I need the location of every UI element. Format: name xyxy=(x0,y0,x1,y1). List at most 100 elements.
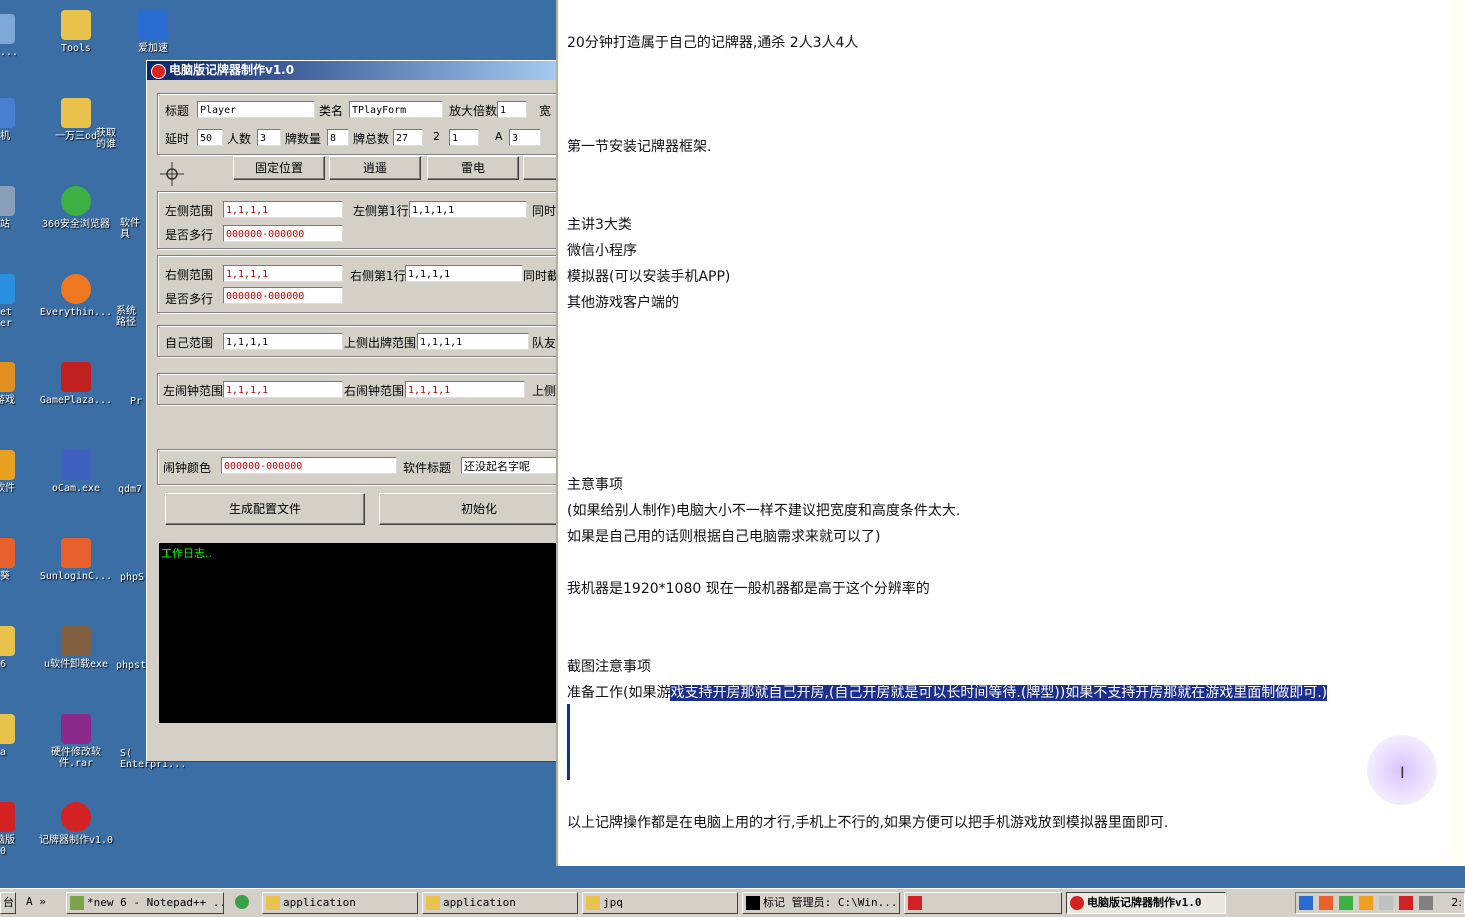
desktop-icon[interactable]: qdm7 xyxy=(118,484,148,495)
desktop-icon[interactable]: 牌游戏 xyxy=(0,362,30,406)
xiaoyao-button[interactable]: 逍遥 xyxy=(329,156,421,180)
right-range-input[interactable]: 1,1,1,1 xyxy=(223,265,343,282)
desktop-icon-everything[interactable]: Everythin... xyxy=(38,274,114,318)
desktop-icon-label: Pr xyxy=(130,396,143,407)
tray-volume-icon[interactable] xyxy=(1379,896,1393,910)
desktop-icon-tools[interactable]: Tools xyxy=(38,10,114,54)
desktop-icon-label: 一万三od xyxy=(54,131,98,142)
right-group xyxy=(157,255,559,313)
left-range-label: 左侧范围 xyxy=(165,204,214,218)
desktop-icon-gameplaza[interactable]: GamePlaza... xyxy=(38,362,114,406)
doc-line: 以上记牌操作都是在电脑上用的才行,手机上不行的,如果方便可以把手机游戏放到模拟器… xyxy=(567,815,1169,831)
initialize-button[interactable]: 初始化 xyxy=(379,493,559,525)
self-range-input[interactable]: 1,1,1,1 xyxy=(223,333,343,350)
right-multi-input[interactable]: 000000-000000 xyxy=(223,287,343,304)
desktop-icon[interactable]: phpst xyxy=(116,660,146,671)
start-button[interactable]: 台 xyxy=(0,892,16,914)
editor-text-area[interactable]: 20分钟打造属于自己的记牌器,通杀 2人3人4人 第一节安装记牌器框架. 主讲3… xyxy=(562,0,1452,860)
desktop-icon[interactable]: 全软件 xyxy=(0,450,30,494)
desktop-icon[interactable]: 收站 xyxy=(0,186,30,230)
desktop-icon[interactable]: str... xyxy=(0,14,30,58)
desktop-icon[interactable]: 日葵 xyxy=(0,538,30,582)
desktop-icon-jipaiqi[interactable]: 记牌器制作v1.0 xyxy=(38,802,114,846)
doc-line: 主意事项 xyxy=(567,477,623,493)
clock-color-input[interactable]: 000000-000000 xyxy=(221,457,397,474)
desktop-icon-ocam[interactable]: oCam.exe xyxy=(38,450,114,494)
title-input[interactable]: Player xyxy=(197,101,315,118)
right-clock-input[interactable]: 1,1,1,1 xyxy=(405,381,525,398)
desktop-icon-sunlogin[interactable]: SunloginC... xyxy=(38,538,114,582)
app-icon xyxy=(61,802,91,832)
left-multi-input[interactable]: 000000-000000 xyxy=(223,225,343,242)
tray-app-icon[interactable] xyxy=(1399,896,1413,910)
taskbar-item-application-1[interactable]: application xyxy=(262,892,418,914)
tray-sunlogin-icon[interactable] xyxy=(1319,896,1333,910)
top-range-input[interactable]: 1,1,1,1 xyxy=(417,333,529,350)
right-multi-label: 是否多行 xyxy=(165,292,214,306)
taskbar-item-cmd[interactable]: 标记 管理员: C:\Win... xyxy=(742,892,900,914)
width-label: 宽 xyxy=(539,104,552,118)
notepad-editor[interactable]: 20分钟打造属于自己的记牌器,通杀 2人3人4人 第一节安装记牌器框架. 主讲3… xyxy=(556,0,1465,866)
taskbar-item-jpq[interactable]: jpq xyxy=(582,892,738,914)
desktop-icon-rar[interactable]: 硬件修改软件.rar xyxy=(38,714,114,769)
folder-icon xyxy=(426,896,440,910)
two-input[interactable]: 1 xyxy=(449,129,479,146)
taskbar-item-jipaiqi[interactable]: 电脑版记牌器制作v1.0 xyxy=(1066,892,1226,914)
doc-line: 其他游戏客户端的 xyxy=(567,295,679,311)
game-icon xyxy=(61,362,91,392)
zoom-input[interactable]: 1 xyxy=(497,101,527,118)
game-icon xyxy=(0,362,15,392)
fixed-position-button[interactable]: 固定位置 xyxy=(233,156,325,180)
tray-p-icon[interactable] xyxy=(1299,896,1313,910)
people-input[interactable]: 3 xyxy=(257,129,281,146)
app-icon xyxy=(908,896,922,910)
card-count-input[interactable]: 8 xyxy=(327,129,349,146)
leidian-button[interactable]: 雷电 xyxy=(427,156,519,180)
desktop-icon-label: 全软件 xyxy=(0,483,15,494)
taskbar-item-notepad[interactable]: *new 6 - Notepad++ ... xyxy=(66,892,224,914)
folder-icon xyxy=(586,896,600,910)
delay-input[interactable]: 50 xyxy=(197,129,223,146)
card-total-input[interactable]: 27 xyxy=(393,129,423,146)
desktop-icon[interactable]: 算机 xyxy=(0,98,30,142)
system-tray: 2: xyxy=(1295,892,1465,914)
left-range-input[interactable]: 1,1,1,1 xyxy=(223,201,343,218)
desktop-icon-aijiasu[interactable]: 爱加速 xyxy=(115,10,191,54)
taskbar-item-label: *new 6 - Notepad++ ... xyxy=(87,896,224,909)
left-clock-input[interactable]: 1,1,1,1 xyxy=(223,381,343,398)
a-input[interactable]: 3 xyxy=(509,129,541,146)
left-row1-input[interactable]: 1,1,1,1 xyxy=(409,201,527,218)
quick-launch[interactable]: A » xyxy=(22,892,62,914)
class-label: 类名 xyxy=(319,104,344,118)
move-crosshair-icon[interactable] xyxy=(159,161,185,187)
clock[interactable]: 2: xyxy=(1451,896,1462,909)
tray-security-icon[interactable] xyxy=(1359,896,1373,910)
desktop-icon[interactable]: 06 xyxy=(0,626,30,670)
delay-label: 延时 xyxy=(165,132,190,146)
desktop-icon-360[interactable]: 360安全浏览器 xyxy=(38,186,114,230)
folder-icon xyxy=(0,714,15,744)
sunlogin-icon xyxy=(61,538,91,568)
desktop-icon[interactable]: rnet orer xyxy=(0,274,30,329)
archive-icon xyxy=(61,714,91,744)
generate-config-button[interactable]: 生成配置文件 xyxy=(165,493,365,525)
more-button[interactable] xyxy=(523,156,559,180)
doc-line: 20分钟打造属于自己的记牌器,通杀 2人3人4人 xyxy=(567,35,859,51)
class-input[interactable]: TPlayForm xyxy=(349,101,443,118)
taskbar-item-app[interactable] xyxy=(904,892,1062,914)
tray-monitor-icon[interactable] xyxy=(1419,896,1433,910)
taskbar-item-application-2[interactable]: application xyxy=(422,892,578,914)
ie-icon xyxy=(0,274,15,304)
software-title-input[interactable]: 还没起名字呢 xyxy=(461,457,559,474)
up-label: 上侧 xyxy=(532,384,557,398)
right-row1-input[interactable]: 1,1,1,1 xyxy=(405,265,523,282)
desktop-icon-uninstall[interactable]: u软件卸载exe xyxy=(38,626,114,670)
tray-network-icon[interactable] xyxy=(1339,896,1353,910)
desktop-icon[interactable]: 电脑版 .0 xyxy=(0,802,30,857)
work-log[interactable]: 工作日志.. xyxy=(159,543,559,723)
taskbar-item-ie[interactable] xyxy=(232,892,262,914)
two-label: 2 xyxy=(433,130,440,143)
app-titlebar[interactable]: 电脑版记牌器制作v1.0 xyxy=(147,61,559,80)
desktop-icon[interactable]: ta xyxy=(0,714,30,758)
desktop-icon-label: 收站 xyxy=(0,219,10,230)
